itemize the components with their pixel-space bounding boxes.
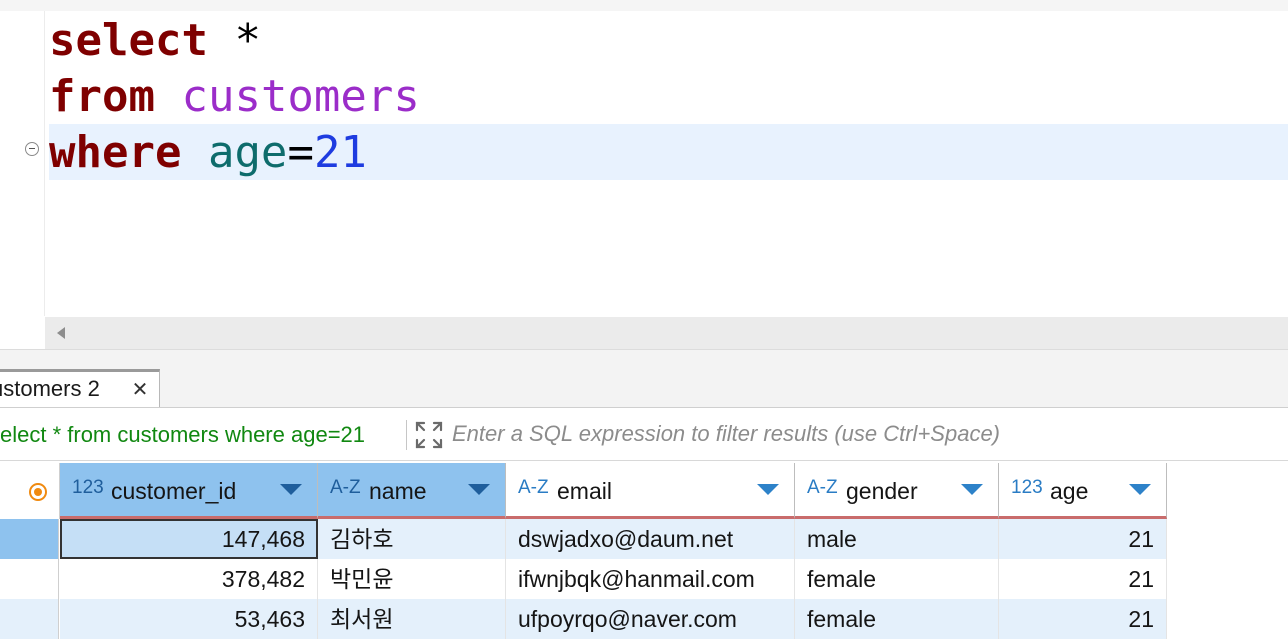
numeric-type-icon: 123 [1011, 477, 1043, 498]
record-mode-icon[interactable] [29, 483, 47, 501]
code-area[interactable]: select * from customers where age=21 [45, 11, 1288, 316]
cell-gender[interactable]: female [795, 599, 999, 639]
cell-gender[interactable]: female [795, 559, 999, 599]
select-rest: * [207, 15, 261, 66]
column-menu-arrow-icon[interactable] [757, 484, 779, 495]
close-icon[interactable]: ✕ [129, 378, 151, 400]
fold-collapse-icon[interactable] [25, 142, 39, 156]
column-menu-arrow-icon[interactable] [1129, 484, 1151, 495]
keyword-where: where [49, 127, 182, 178]
filter-separator [406, 420, 407, 450]
cell-customer-id[interactable]: 378,482 [60, 559, 318, 599]
column-menu-arrow-icon[interactable] [280, 484, 302, 495]
cell-customer-id[interactable]: 147,468 [60, 519, 318, 559]
row-header[interactable] [0, 519, 59, 559]
cell-email[interactable]: ufpoyrqo@naver.com [506, 599, 795, 639]
expand-icon[interactable] [414, 420, 444, 450]
column-header-label: name [369, 478, 427, 504]
editor-gutter [0, 11, 45, 316]
column-header-gender[interactable]: A-Z gender [795, 463, 999, 519]
filter-bar: elect * from customers where age=21 [0, 408, 1288, 461]
tab-results[interactable]: ustomers 2 ✕ [0, 369, 160, 407]
cell-name[interactable]: 박민윤 [318, 559, 506, 599]
executed-query-text: elect * from customers where age=21 [0, 422, 366, 447]
text-type-icon: A-Z [330, 477, 361, 498]
text-type-icon: A-Z [807, 477, 838, 498]
cell-age[interactable]: 21 [999, 559, 1167, 599]
column-header-label: customer_id [111, 478, 237, 504]
code-line-3: where age=21 [49, 125, 367, 181]
keyword-select: select [49, 15, 208, 66]
scroll-left-arrow-icon[interactable] [57, 327, 65, 339]
row-header[interactable] [0, 599, 59, 639]
cell-gender[interactable]: male [795, 519, 999, 559]
numeric-type-icon: 123 [72, 477, 104, 498]
text-type-icon: A-Z [518, 477, 549, 498]
column-header-label: email [557, 478, 612, 504]
cell-customer-id[interactable]: 53,463 [60, 599, 318, 639]
column-header-customer-id[interactable]: 123 customer_id [60, 463, 318, 519]
panel-divider[interactable] [0, 349, 1288, 370]
column-menu-arrow-icon[interactable] [961, 484, 983, 495]
tab-label: ustomers 2 [0, 376, 100, 401]
row-header[interactable] [0, 559, 59, 599]
number-literal: 21 [313, 127, 367, 178]
column-menu-arrow-icon[interactable] [468, 484, 490, 495]
cell-age[interactable]: 21 [999, 519, 1167, 559]
cell-name[interactable]: 최서원 [318, 599, 506, 639]
cell-email[interactable]: ifwnjbqk@hanmail.com [506, 559, 795, 599]
table-name: customers [181, 71, 420, 122]
code-line-1: select * [49, 13, 261, 69]
table-row[interactable]: 147,468 김하호 dswjadxo@daum.net male 21 [0, 519, 1288, 559]
column-header-age[interactable]: 123 age [999, 463, 1167, 519]
code-line-2: from customers [49, 69, 420, 125]
table-row[interactable]: 378,482 박민윤 ifwnjbqk@hanmail.com female … [0, 559, 1288, 599]
cell-age[interactable]: 21 [999, 599, 1167, 639]
filter-input[interactable] [452, 418, 1282, 450]
column-header-label: age [1050, 478, 1089, 504]
column-header-name[interactable]: A-Z name [318, 463, 506, 519]
table-row[interactable]: 53,463 최서원 ufpoyrqo@naver.com female 21 [0, 599, 1288, 639]
keyword-from: from [49, 71, 155, 122]
sql-editor[interactable]: select * from customers where age=21 [0, 0, 1288, 316]
cell-email[interactable]: dswjadxo@daum.net [506, 519, 795, 559]
grid-corner[interactable] [0, 463, 60, 519]
editor-top-strip [0, 0, 1288, 11]
results-grid[interactable]: 123 customer_id A-Z name A-Z email A-Z g… [0, 461, 1288, 639]
results-tab-bar: ustomers 2 ✕ [0, 369, 1288, 408]
operator: = [287, 127, 314, 178]
column-header-label: gender [846, 478, 918, 504]
horizontal-scrollbar[interactable] [45, 317, 1288, 349]
column-header-email[interactable]: A-Z email [506, 463, 795, 519]
cell-name[interactable]: 김하호 [318, 519, 506, 559]
column-name: age [207, 127, 288, 178]
